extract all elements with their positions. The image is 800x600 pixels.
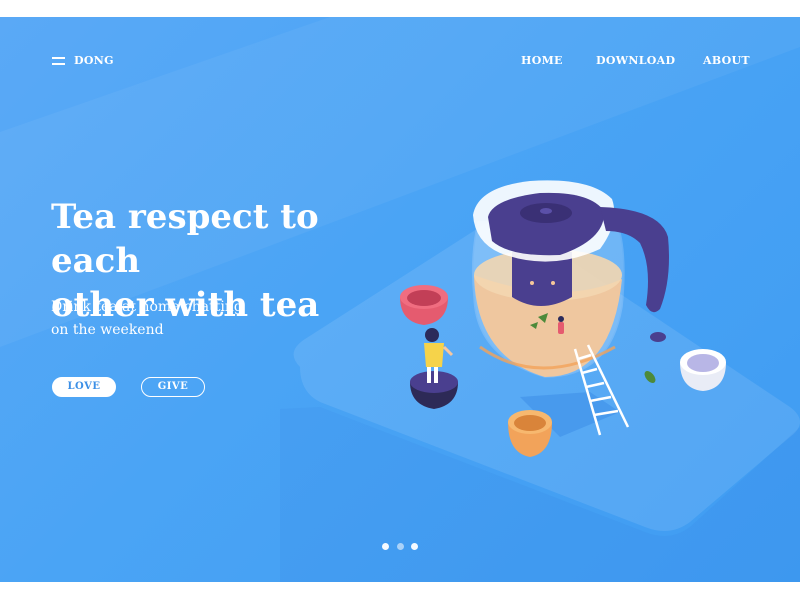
teapot [471,180,669,378]
tea-illustration [400,180,726,457]
white-cup [680,349,726,391]
hero-banner: DONG HOME DOWNLOAD ABOUT Tea respect to … [0,17,800,582]
carousel-dot-1[interactable] [382,543,389,550]
red-cup [400,285,448,325]
orange-cup [508,410,552,457]
carousel-dot-3[interactable] [411,543,418,550]
figure-standing [410,328,458,409]
carousel-dot-2[interactable] [397,543,404,550]
